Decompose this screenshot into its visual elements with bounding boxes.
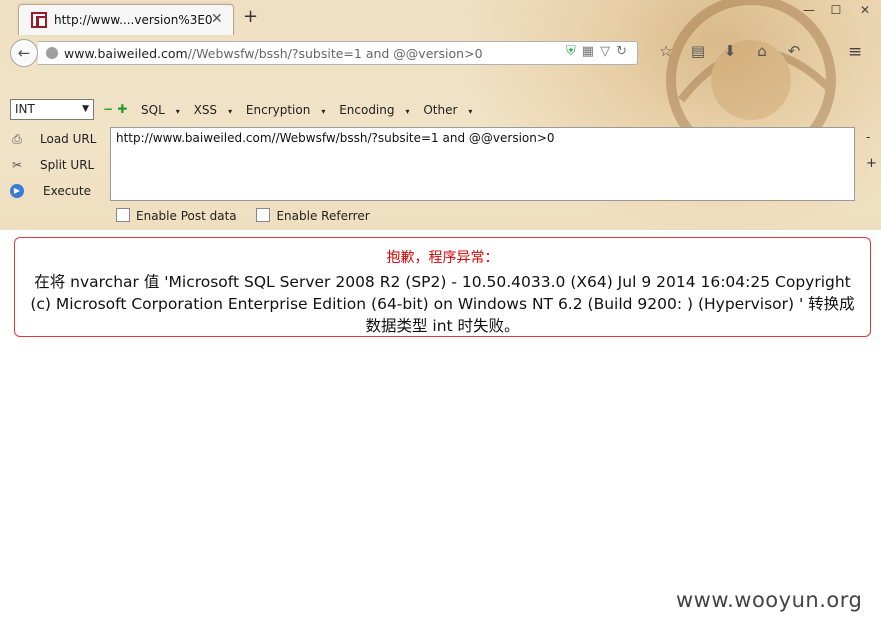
menu-other[interactable]: Other ▾ — [423, 103, 472, 117]
tab-title: http://www....version%3E0 — [54, 13, 213, 27]
window-maximize-button[interactable]: ☐ — [823, 0, 849, 22]
menu-other-label: Other — [423, 103, 458, 117]
back-arrow-icon: ← — [17, 44, 31, 62]
reading-list-icon[interactable]: ▤ — [682, 42, 714, 60]
execute-label: Execute — [43, 184, 91, 198]
globe-icon — [46, 47, 58, 59]
menu-xss[interactable]: XSS ▾ — [194, 103, 232, 117]
history-back-icon[interactable]: ↶ — [778, 42, 810, 60]
hackbar-menu: SQL ▾ XSS ▾ Encryption ▾ Encoding ▾ Other ▾ — [141, 103, 482, 117]
browser-tab[interactable]: http://www....version%3E0 ✕ — [18, 4, 234, 35]
back-button[interactable]: ← — [10, 39, 38, 67]
split-url-label: Split URL — [40, 158, 95, 172]
type-select-value: INT — [15, 102, 35, 116]
load-url-label: Load URL — [40, 132, 97, 146]
hamburger-menu-icon[interactable]: ≡ — [848, 42, 862, 62]
scissors-icon: ✂ — [11, 158, 23, 172]
browser-chrome: http://www....version%3E0 ✕ + — ☐ ✕ ← ww… — [0, 0, 881, 230]
increment-decrement-icons[interactable]: − ✚ — [103, 102, 127, 116]
play-icon: ▶ — [10, 184, 24, 198]
tab-close-icon[interactable]: ✕ — [211, 11, 223, 27]
address-host: www.baiweiled.com — [64, 46, 188, 61]
address-bar[interactable]: www.baiweiled.com//Webwsfw/bssh/?subsite… — [38, 41, 638, 65]
reload-icon[interactable]: ↻ — [616, 44, 633, 59]
menu-sql[interactable]: SQL ▾ — [141, 103, 180, 117]
enable-post-checkbox[interactable] — [116, 208, 130, 222]
menu-encoding[interactable]: Encoding ▾ — [339, 103, 409, 117]
menu-encoding-label: Encoding — [339, 103, 395, 117]
menu-xss-label: XSS — [193, 103, 218, 117]
collapse-icon[interactable]: - — [866, 130, 870, 144]
home-icon[interactable]: ⌂ — [746, 42, 778, 60]
load-url-button[interactable]: ⎙ Load URL — [8, 130, 108, 150]
execute-button[interactable]: ▶ Execute — [8, 182, 108, 202]
watermark: www.wooyun.org — [676, 588, 863, 612]
new-tab-button[interactable]: + — [243, 6, 258, 27]
address-url: www.baiweiled.com//Webwsfw/bssh/?subsite… — [64, 46, 483, 61]
injection-type-select[interactable]: INT ▼ — [10, 99, 94, 120]
expand-icon[interactable]: + — [866, 156, 877, 171]
split-url-button[interactable]: ✂ Split URL — [8, 156, 108, 176]
dropdown-history-icon[interactable]: ▽ — [600, 44, 616, 59]
window-close-button[interactable]: ✕ — [849, 0, 881, 22]
menu-encryption[interactable]: Encryption ▾ — [246, 103, 325, 117]
menu-sql-label: SQL — [141, 103, 165, 117]
hackbar-options: Enable Post data Enable Referrer — [116, 208, 386, 223]
toolbar-icons: ☆ ▤ ⬇ ⌂ ↶ — [650, 42, 810, 60]
download-icon[interactable]: ⬇ — [714, 42, 746, 60]
address-bar-icons: ⛨▦▽↻ — [566, 44, 633, 59]
menu-encryption-label: Encryption — [245, 103, 311, 117]
error-title: 抱歉，程序异常： — [386, 250, 499, 266]
hackbar-url-textarea[interactable]: http://www.baiweiled.com//Webwsfw/bssh/?… — [110, 127, 855, 201]
navigation-bar: ← www.baiweiled.com//Webwsfw/bssh/?subsi… — [0, 34, 881, 70]
enable-post-label: Enable Post data — [136, 209, 237, 223]
qr-code-icon[interactable]: ▦ — [582, 44, 600, 59]
site-favicon-icon — [31, 12, 47, 28]
load-url-icon: ⎙ — [12, 132, 22, 146]
address-path: //Webwsfw/bssh/?subsite=1 and @@version>… — [187, 46, 483, 61]
error-message-box: 抱歉，程序异常： 在将 nvarchar 值 'Microsoft SQL Se… — [14, 237, 871, 337]
window-minimize-button[interactable]: — — [795, 0, 823, 22]
enable-referrer-checkbox[interactable] — [256, 208, 271, 222]
hackbar-panel: INT ▼ − ✚ SQL ▾ XSS ▾ Encryption ▾ Encoding… — [0, 96, 881, 230]
enable-referrer-label: Enable Referrer — [276, 209, 370, 223]
error-detail: 在将 nvarchar 值 'Microsoft SQL Server 2008… — [30, 273, 855, 335]
chevron-down-icon: ▼ — [82, 104, 89, 114]
bookmark-star-icon[interactable]: ☆ — [650, 42, 682, 60]
tab-bar: http://www....version%3E0 ✕ + — ☐ ✕ — [0, 0, 881, 35]
shield-icon[interactable]: ⛨ — [566, 44, 582, 59]
